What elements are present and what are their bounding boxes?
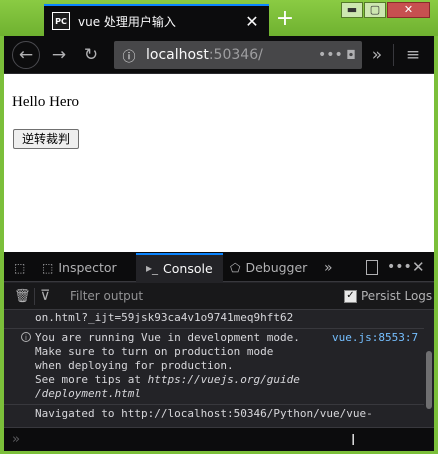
message-divider (4, 328, 434, 329)
minimize-button[interactable]: ▬ (341, 2, 363, 18)
element-picker-icon[interactable]: ⬚ (14, 253, 30, 282)
page-content: Hello Hero 逆转裁判 (4, 74, 434, 252)
pycharm-favicon-icon: PC (52, 12, 70, 30)
persist-logs-toggle[interactable]: ✓ Persist Logs (344, 289, 432, 303)
back-button[interactable]: ← (12, 41, 40, 69)
tab-console[interactable]: ▸_ Console (136, 253, 223, 282)
info-icon: i (21, 332, 31, 342)
message-line: See more tips at (35, 373, 148, 386)
console-output: on.html?_ijt=59jsk93ca4v1o9741meq9hft62 … (4, 311, 434, 426)
devtools-options-icon[interactable]: ••• (387, 253, 412, 282)
text-cursor-icon: I (351, 431, 356, 449)
url-bar[interactable]: ⓘ localhost :50346/ ••• ◘ (114, 41, 362, 69)
message-link[interactable]: https://vuejs.org/guide (148, 373, 300, 386)
pocket-icon[interactable]: ◘ (340, 48, 362, 62)
hamburger-menu-icon[interactable]: ≡ (402, 44, 424, 66)
tab-debugger-label: Debugger (245, 259, 308, 275)
console-message: on.html?_ijt=59jsk93ca4v1o9741meq9hft62 (35, 311, 294, 324)
page-actions-icon[interactable]: ••• (318, 47, 343, 63)
message-link[interactable]: /deployment.html (35, 387, 141, 400)
close-devtools-icon[interactable]: ✕ (412, 253, 425, 282)
filter-icon: ⊽ (40, 288, 51, 304)
devtools-tabbar: ⬚ ⬚ Inspector ▸_ Console ⬠ Debugger » ••… (4, 253, 434, 282)
message-line: You are running Vue in development mode. (35, 331, 300, 344)
url-host: localhost (146, 47, 209, 63)
persist-logs-checkbox[interactable]: ✓ (344, 289, 357, 303)
close-tab-icon[interactable]: ✕ (243, 12, 261, 31)
message-text: Hello Hero (12, 94, 80, 110)
inspector-icon: ⬚ (42, 260, 54, 275)
maximize-button[interactable]: ▢ (364, 2, 386, 18)
browser-tab[interactable]: PC vue 处理用户输入 ✕ (44, 4, 269, 36)
message-source-link[interactable]: vue.js:8553:7 (332, 331, 418, 345)
devtools-panel: ⬚ ⬚ Inspector ▸_ Console ⬠ Debugger » ••… (4, 252, 434, 451)
message-line: when deploying for production. (35, 359, 234, 372)
filter-divider (34, 288, 35, 305)
scrollbar-thumb[interactable] (426, 351, 432, 409)
more-tools-icon[interactable]: » (324, 253, 333, 282)
tab-title: vue 处理用户输入 (78, 14, 176, 29)
message-line: Make sure to turn on production mode (35, 345, 274, 358)
clear-console-icon[interactable]: 🗑 (14, 289, 31, 304)
console-message: Navigated to http://localhost:50346/Pyth… (35, 407, 373, 420)
tab-console-label: Console (163, 261, 213, 276)
tab-inspector[interactable]: ⬚ Inspector (42, 253, 117, 282)
forward-button[interactable]: → (48, 44, 70, 66)
tab-inspector-label: Inspector (58, 259, 117, 275)
new-tab-button[interactable]: + (272, 6, 298, 32)
console-scrollbar[interactable] (424, 311, 434, 426)
dock-side-icon[interactable] (366, 260, 378, 275)
site-info-icon[interactable]: ⓘ (118, 46, 140, 65)
console-input[interactable]: » I (4, 427, 434, 451)
close-window-button[interactable]: ✕ (387, 2, 430, 18)
reload-button[interactable]: ↻ (80, 44, 102, 66)
url-port: :50346/ (208, 47, 263, 63)
debugger-icon: ⬠ (230, 260, 241, 275)
console-prompt-icon: » (12, 432, 20, 447)
overflow-menu-button[interactable]: » (368, 44, 386, 66)
filter-input[interactable]: Filter output (70, 289, 143, 303)
message-divider (4, 404, 434, 405)
console-icon: ▸_ (146, 261, 159, 275)
console-message: You are running Vue in development mode.… (35, 331, 300, 401)
persist-logs-label: Persist Logs (361, 289, 433, 303)
console-filter-bar: 🗑 ⊽ Filter output ✓ Persist Logs (4, 283, 434, 310)
tab-debugger[interactable]: ⬠ Debugger (230, 253, 307, 282)
navigation-toolbar: ← → ↻ ⓘ localhost :50346/ ••• ◘ » ≡ (4, 36, 434, 74)
toolbar-divider (393, 44, 394, 66)
reverse-message-button[interactable]: 逆转裁判 (13, 129, 80, 149)
